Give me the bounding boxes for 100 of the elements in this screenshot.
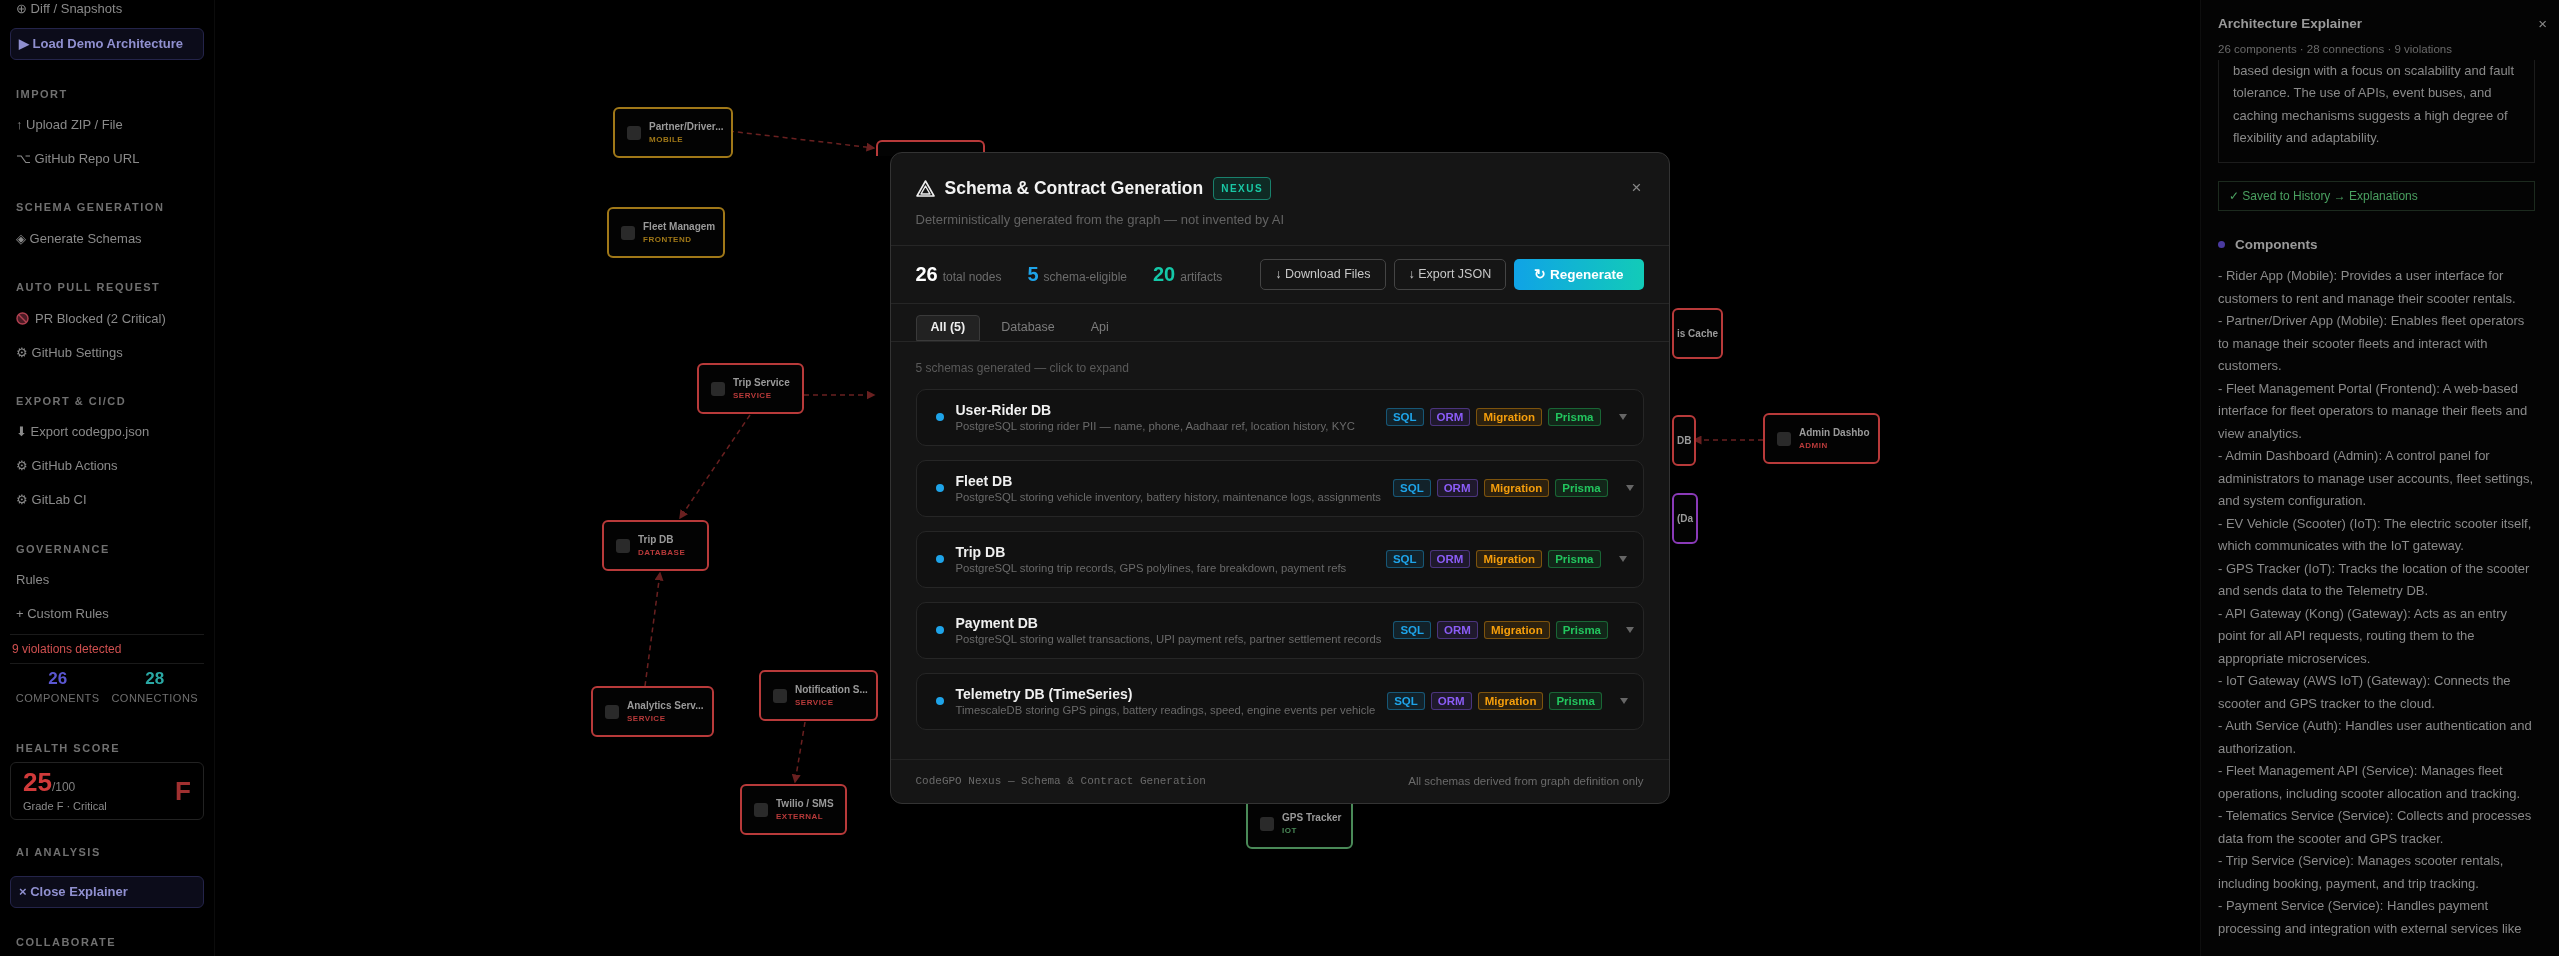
sidebar-link[interactable]: ↑ Upload ZIP / File bbox=[10, 107, 204, 142]
section-heading: GOVERNANCE bbox=[15, 541, 111, 557]
node-type: MOBILE bbox=[649, 134, 685, 146]
schema-row[interactable]: Telemetry DB (TimeSeries) TimescaleDB storing GPS pings, battery readings, speed, engine events per vehicle SQL ORM Migration Prisma bbox=[915, 672, 1644, 730]
sidebar-link[interactable]: ⚙ GitLab CI bbox=[10, 482, 204, 517]
component-line: - Trip Service (Service): Manages scooter rentals, including booking, payment, and trip tracking. bbox=[2218, 852, 2505, 893]
panel-title: Architecture Explainer bbox=[2218, 15, 2363, 34]
tile-icon bbox=[711, 381, 725, 396]
tile-icon bbox=[1777, 431, 1791, 446]
component-line: - Partner/Driver App (Mobile): Enables fleet operators to manage their scooter fleets and interact with customers. bbox=[2218, 312, 2526, 375]
stat-value: 26 bbox=[48, 667, 68, 690]
tile-icon bbox=[627, 125, 641, 140]
sidebar-link[interactable]: PR Blocked (2 Critical) bbox=[35, 308, 166, 329]
sidebar-link[interactable]: ⬇ Export codegpo.json bbox=[10, 415, 204, 450]
format-tag: SQL bbox=[1393, 621, 1432, 640]
schema-row[interactable]: Trip DB PostgreSQL storing trip records, GPS polylines, fare breakdown, payment refs SQL ORM Migration Prisma bbox=[915, 530, 1644, 588]
format-tag: SQL bbox=[1387, 692, 1425, 711]
close-button[interactable]: × bbox=[1629, 175, 1644, 201]
schema-row[interactable]: Payment DB PostgreSQL storing wallet transactions, UPI payment refs, partner settlement records SQL ORM Migration Prisma bbox=[915, 601, 1644, 659]
format-tag: Migration bbox=[1477, 692, 1544, 711]
score-max: /100 bbox=[51, 780, 76, 794]
schema-name: Telemetry DB (TimeSeries) bbox=[955, 685, 1134, 703]
component-line: - Payment Service (Service): Handles payment processing and integration with external services like bbox=[2218, 897, 2523, 938]
section-heading: IMPORT bbox=[15, 86, 69, 102]
stat-value: 20 bbox=[1152, 262, 1176, 288]
schema-description: PostgreSQL storing wallet transactions, UPI payment refs, partner settlement records bbox=[955, 631, 1382, 646]
tile-icon bbox=[773, 688, 787, 703]
stat-label: schema-eligible bbox=[1043, 269, 1127, 287]
section-heading: HEALTH SCORE bbox=[15, 741, 121, 757]
sidebar-link[interactable]: ◈ Generate Schemas bbox=[10, 221, 204, 256]
score-value: 25 bbox=[23, 767, 52, 797]
filter-tab[interactable]: All (5) bbox=[915, 314, 981, 341]
format-tag: Migration bbox=[1476, 550, 1543, 569]
dialog-title: Schema & Contract Generation bbox=[944, 177, 1204, 200]
node-type: IOT bbox=[1282, 825, 1298, 837]
sidebar-link[interactable]: ⚙ GitHub Settings bbox=[10, 335, 204, 370]
section-heading: COLLABORATE bbox=[15, 934, 117, 950]
action-button[interactable]: ↓ Export JSON bbox=[1393, 258, 1507, 290]
format-tag: ORM bbox=[1429, 550, 1471, 569]
format-tag: SQL bbox=[1385, 408, 1424, 427]
filter-tab[interactable]: Api bbox=[1075, 314, 1124, 341]
connector-arrow bbox=[791, 721, 806, 784]
section-title: Components bbox=[2235, 235, 2318, 254]
component-line: - Rider App (Mobile): Provides a user interface for customers to rent and manage their scooter rentals. bbox=[2218, 267, 2517, 308]
node-label: Fleet Managem bbox=[643, 220, 716, 234]
format-tag: Prisma bbox=[1549, 692, 1602, 711]
stat-value: 28 bbox=[145, 667, 165, 690]
sidebar-button[interactable]: ▶ Load Demo Architecture bbox=[10, 28, 204, 60]
format-tag: SQL bbox=[1385, 550, 1424, 569]
format-tag: Prisma bbox=[1555, 479, 1608, 498]
sidebar-link[interactable]: ⌥ GitHub Repo URL bbox=[10, 141, 204, 176]
node-label: Notification S... bbox=[795, 683, 868, 697]
format-tag: ORM bbox=[1430, 692, 1472, 711]
node-type: EXTERNAL bbox=[776, 811, 825, 823]
stat-label: artifacts bbox=[1180, 269, 1223, 287]
component-line: - EV Vehicle (Scooter) (IoT): The electric scooter itself, which communicates with the IoT gateway. bbox=[2218, 514, 2533, 555]
tile-icon bbox=[616, 538, 630, 553]
component-line: - Telematics Service (Service): Collects and processes data from the scooter and GPS tracker. bbox=[2218, 807, 2533, 848]
format-tag: Migration bbox=[1476, 408, 1543, 427]
section-heading: SCHEMA GENERATION bbox=[15, 200, 166, 216]
nexus-badge: NEXUS bbox=[1213, 176, 1272, 200]
tile-icon bbox=[754, 802, 768, 817]
node-label: Trip Service bbox=[733, 376, 790, 390]
tile-icon bbox=[621, 225, 635, 240]
node-label: Admin Dashbo bbox=[1799, 426, 1870, 440]
component-line: - Fleet Management Portal (Frontend): A web-based interface for fleet operators to manage their fleets and view analytics. bbox=[2218, 379, 2529, 443]
schema-description: PostgreSQL storing vehicle inventory, battery history, maintenance logs, assignments bbox=[955, 489, 1381, 504]
node-type: DATABASE bbox=[638, 547, 686, 559]
section-heading: EXPORT & CI/CD bbox=[15, 393, 128, 409]
action-button[interactable]: ↓ Download Files bbox=[1260, 258, 1386, 290]
component-line: - Fleet Management API (Service): Manages fleet operations, including scooter allocation and tracking. bbox=[2218, 762, 2522, 803]
format-tag: Migration bbox=[1483, 479, 1550, 498]
stat-label: CONNECTIONS bbox=[111, 690, 199, 706]
node-type: SERVICE bbox=[733, 390, 773, 402]
component-line: - Auth Service (Auth): Handles user authentication and authorization. bbox=[2218, 717, 2533, 758]
schema-description: PostgreSQL storing trip records, GPS polylines, fare breakdown, payment refs bbox=[955, 560, 1347, 575]
close-button[interactable]: × bbox=[2538, 13, 2547, 36]
schema-row[interactable]: User-Rider DB PostgreSQL storing rider PII — name, phone, Aadhaar ref, location history, KYC SQL ORM Migration Prisma bbox=[915, 388, 1644, 446]
schema-name: User-Rider DB bbox=[955, 401, 1053, 419]
format-tag: ORM bbox=[1429, 408, 1471, 427]
component-line: - API Gateway (Kong) (Gateway): Acts as an entry point for all API requests, routing them to the appropriate microservices. bbox=[2218, 604, 2508, 668]
tile-icon bbox=[605, 704, 619, 719]
node-label: DB bbox=[1677, 434, 1692, 448]
section-heading: AI ANALYSIS bbox=[15, 844, 102, 860]
sidebar-link[interactable]: ⚙ GitHub Actions bbox=[10, 449, 204, 483]
node-type: SERVICE bbox=[627, 713, 667, 725]
sidebar-link[interactable]: ⊕ Diff / Snapshots bbox=[10, 0, 204, 18]
sidebar-link[interactable]: Rules bbox=[10, 562, 204, 597]
node-type: ADMIN bbox=[1799, 440, 1829, 452]
filter-tab[interactable]: Database bbox=[986, 314, 1070, 341]
sidebar-link[interactable]: + Custom Rules bbox=[10, 596, 204, 631]
section-heading: AUTO PULL REQUEST bbox=[15, 280, 162, 296]
violations-alert: 9 violations detected bbox=[10, 633, 204, 664]
grade-letter: F bbox=[175, 774, 191, 808]
schema-row[interactable]: Fleet DB PostgreSQL storing vehicle inventory, battery history, maintenance logs, assignments SQL ORM Migration Prisma bbox=[915, 459, 1644, 517]
grade-caption: Grade F · Critical bbox=[23, 799, 107, 814]
dialog-subtitle: Deterministically generated from the graph — not invented by AI bbox=[915, 211, 1286, 230]
sidebar-button[interactable]: × Close Explainer bbox=[10, 876, 204, 908]
schema-description: PostgreSQL storing rider PII — name, phone, Aadhaar ref, location history, KYC bbox=[955, 418, 1355, 433]
node-label: Trip DB bbox=[638, 533, 675, 547]
